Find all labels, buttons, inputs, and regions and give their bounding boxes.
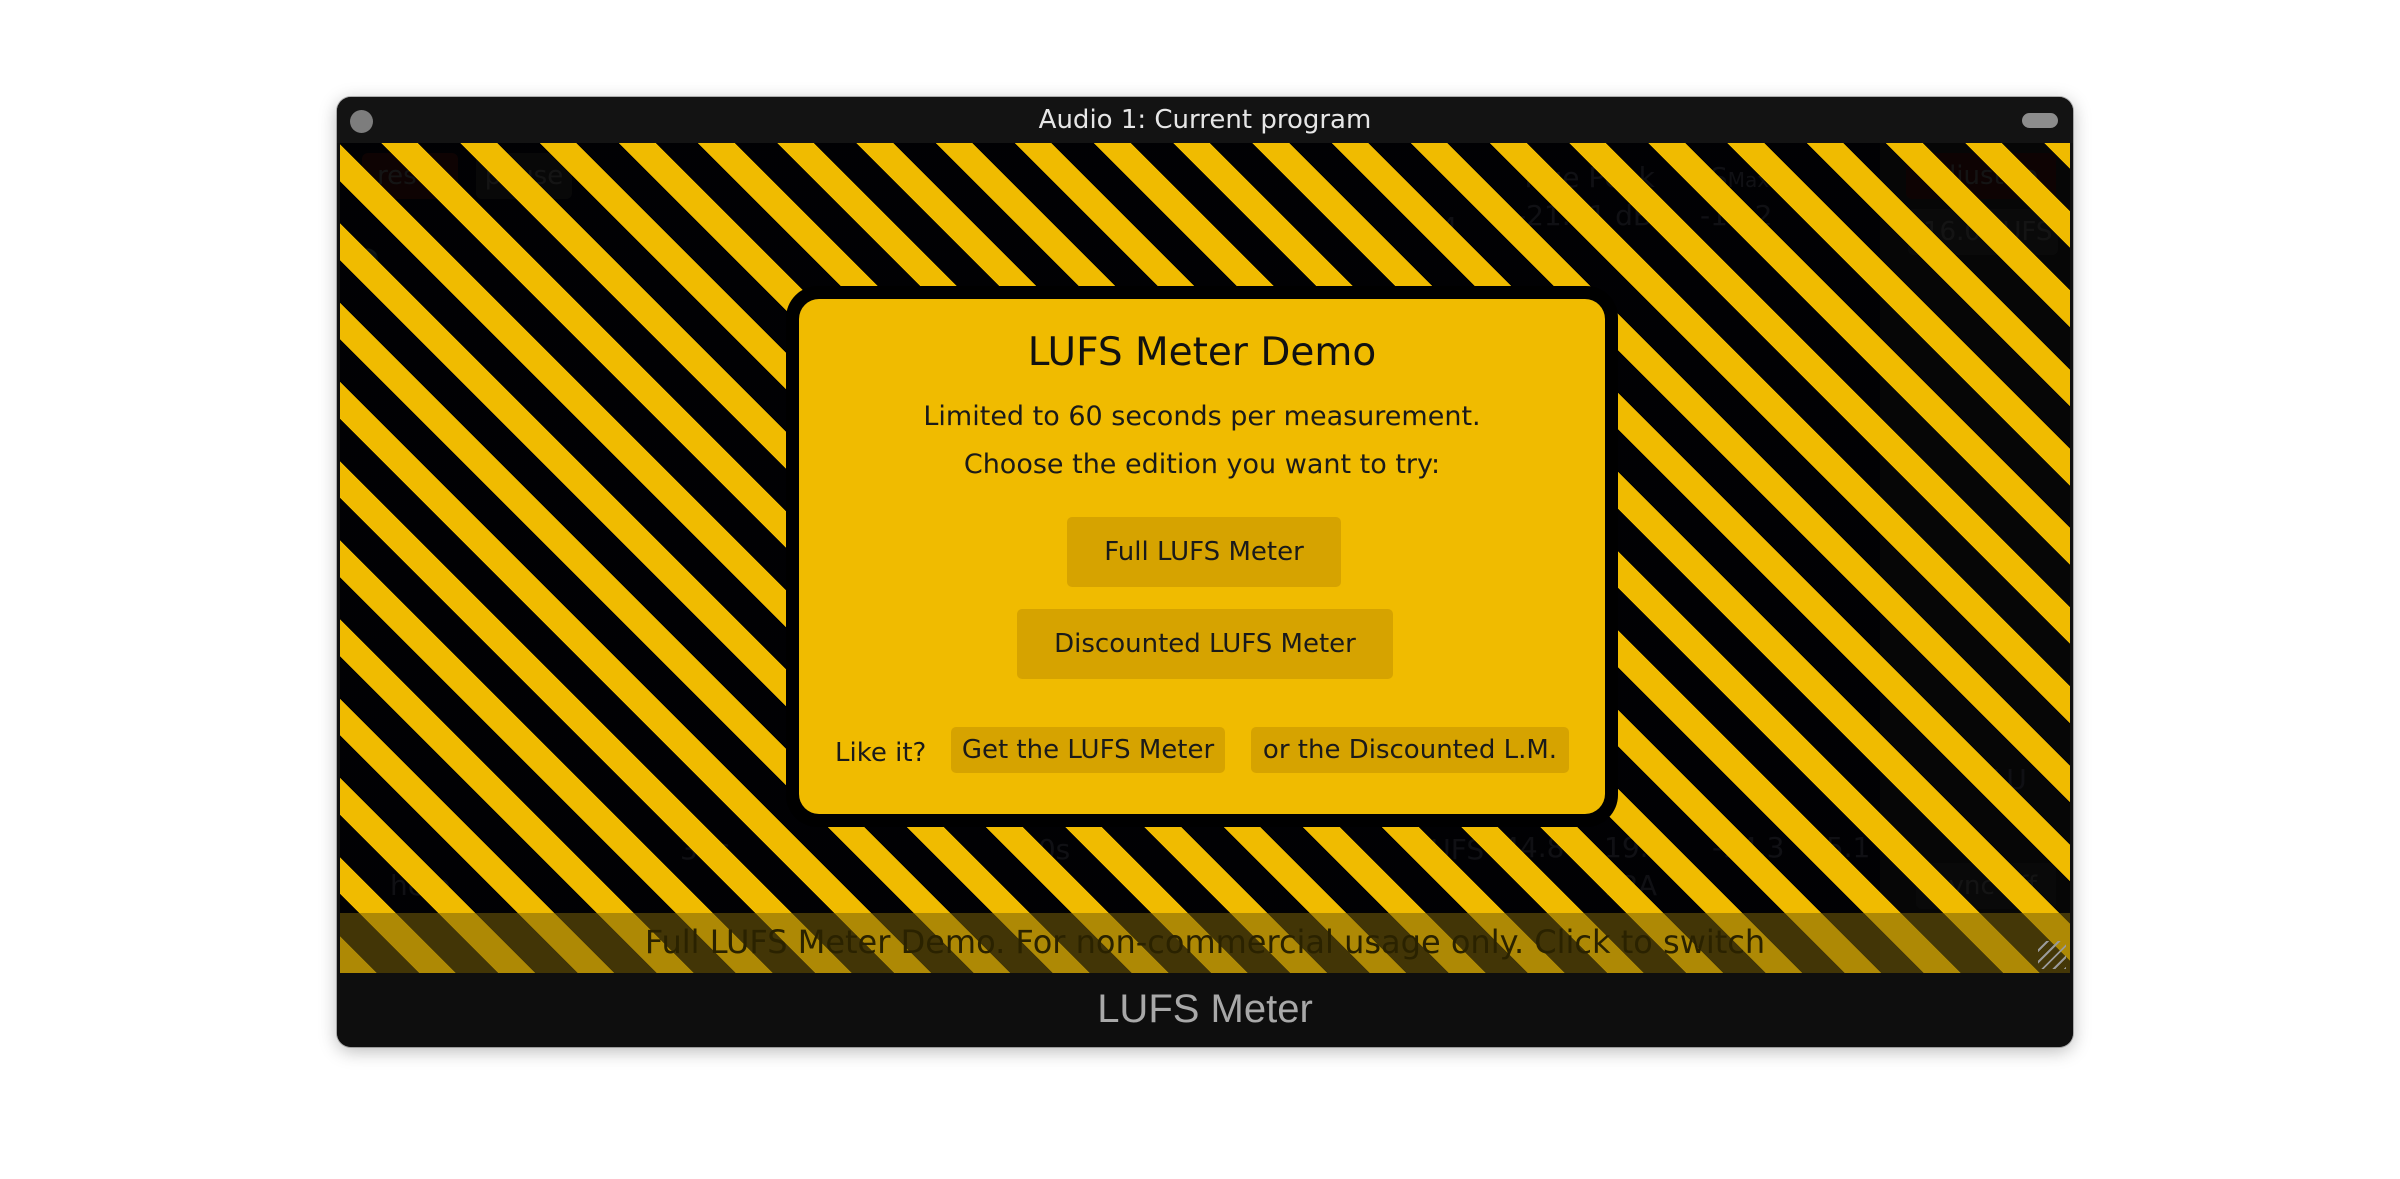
dialog-line-choose: Choose the edition you want to try:	[963, 449, 1441, 480]
dialog-title: LUFS Meter Demo	[1027, 330, 1377, 375]
demo-status-text: Full LUFS Meter Demo. For non-commercial…	[644, 923, 1766, 961]
demo-dialog-body: LUFS Meter Demo Limited to 60 seconds pe…	[799, 299, 1605, 814]
help-link[interactable]: help	[390, 869, 451, 902]
target-loudness-field[interactable]: -16.0 LUFS	[1908, 209, 2058, 255]
like-it-label: Like it?	[835, 738, 927, 768]
get-lufs-meter-button[interactable]: Get the LUFS Meter	[951, 727, 1225, 773]
resize-grip-icon[interactable]	[2038, 941, 2066, 969]
scale-number-1: 1	[1440, 143, 1458, 176]
footer-bar: LUFS Meter	[337, 973, 2073, 1047]
lra-label: LRA	[1604, 869, 1658, 902]
demo-status-bar[interactable]: Full LUFS Meter Demo. For non-commercial…	[340, 913, 2070, 973]
get-discounted-button[interactable]: or the Discounted L.M.	[1251, 727, 1569, 773]
pause-button[interactable]: pause	[476, 153, 572, 199]
readout-range: 19.6	[1604, 831, 1667, 864]
true-peak-label: True Peak	[1520, 161, 1655, 194]
footer-title: LUFS Meter	[1097, 987, 1313, 1031]
readout-integrated: -44.8	[1492, 831, 1565, 864]
wrench-icon[interactable]: 🔧	[354, 247, 404, 294]
timeline-tick-30s: 30s	[680, 833, 731, 866]
readout-momentary: 25.1	[1808, 831, 1871, 864]
title-bar: Audio 1: Current program	[337, 97, 2073, 143]
true-peak-value: -21.41 dB	[1516, 199, 1653, 232]
full-lufs-meter-button[interactable]: Full LUFS Meter	[1067, 517, 1341, 587]
window-title: Audio 1: Current program	[1038, 105, 1372, 135]
scale-number-4: 4	[1440, 211, 1458, 244]
timeline-tick-50s: 50s	[1020, 833, 1071, 866]
discounted-lufs-meter-button[interactable]: Discounted LUFS Meter	[1017, 609, 1393, 679]
sync-select[interactable]: sync off	[1916, 863, 2056, 909]
reset-button[interactable]: reset	[362, 153, 458, 199]
right-control-panel	[1880, 143, 2070, 973]
adjust-to-button[interactable]: adjust to	[1906, 153, 2056, 199]
s-max-value: -16.2	[1700, 199, 1773, 232]
s-max-sub: Max	[1727, 168, 1770, 192]
demo-dialog: LUFS Meter Demo Limited to 60 seconds pe…	[786, 286, 1618, 827]
lufs-label: LUFS	[1416, 833, 1485, 866]
dialog-line-limit: Limited to 60 seconds per measurement.	[923, 401, 1481, 432]
s-max-letter: S	[1710, 161, 1728, 194]
s-max-label: SMax	[1710, 161, 1769, 194]
readout-short: -14.3	[1712, 831, 1785, 864]
side-unit-label: LU	[1992, 763, 2027, 796]
collapse-button[interactable]	[2022, 113, 2058, 128]
